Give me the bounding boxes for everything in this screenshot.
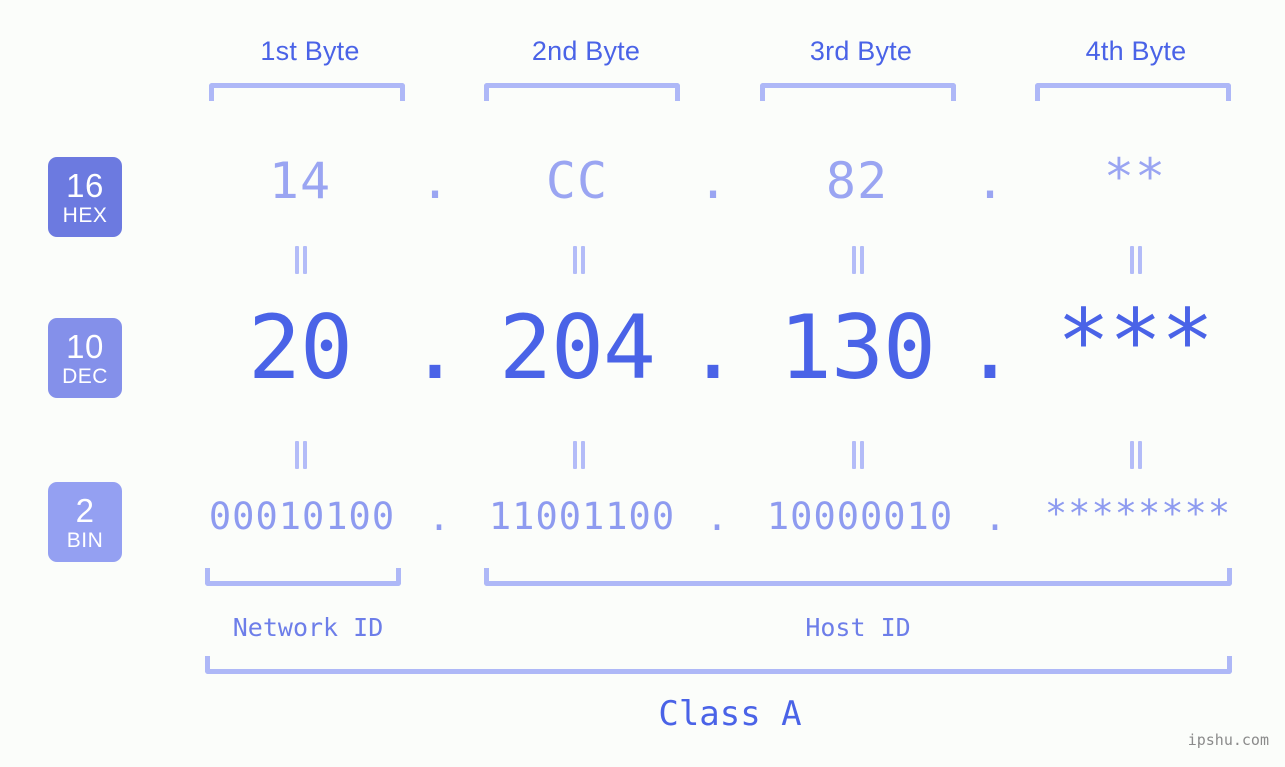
- byte-header-label-3: 3rd Byte: [809, 36, 913, 66]
- base-badge-bin-label: BIN: [66, 528, 104, 552]
- base-badge-dec-label: DEC: [62, 364, 108, 388]
- ip-address-breakdown-diagram: 1st Byte 2nd Byte 3rd Byte 4th Byte 16 H…: [0, 0, 1285, 767]
- byte-header-label-4: 4th Byte: [1085, 36, 1187, 66]
- equals-mark-2-3: [851, 441, 865, 469]
- byte-bracket-top-3: [760, 83, 956, 101]
- base-badge-dec-number: 10: [66, 327, 104, 365]
- base-badge-bin-number: 2: [75, 491, 95, 529]
- base-badge-hex-number: 16: [66, 166, 104, 204]
- base-badge-hex: 16 HEX: [48, 157, 122, 237]
- equals-mark-2-1: [294, 441, 308, 469]
- host-id-label: Host ID: [805, 613, 911, 642]
- site-watermark: ipshu.com: [1187, 731, 1269, 749]
- byte-header-label-1: 1st Byte: [260, 36, 360, 66]
- host-id-bracket: [484, 568, 1232, 586]
- base-badge-hex-label: HEX: [62, 203, 108, 227]
- network-id-bracket: [205, 568, 401, 586]
- equals-mark-2-2: [572, 441, 586, 469]
- equals-mark-1-4: [1129, 246, 1143, 274]
- equals-mark-1-2: [572, 246, 586, 274]
- equals-mark-1-3: [851, 246, 865, 274]
- equals-mark-2-4: [1129, 441, 1143, 469]
- class-bracket: [205, 656, 1232, 674]
- base-badge-bin: 2 BIN: [48, 482, 122, 562]
- network-id-label: Network ID: [232, 613, 384, 642]
- bin-octet-4: ********: [1044, 492, 1232, 535]
- class-label: Class A: [658, 694, 802, 734]
- base-badge-dec: 10 DEC: [48, 318, 122, 398]
- hex-octet-4: **: [1103, 148, 1167, 206]
- byte-bracket-top-2: [484, 83, 680, 101]
- equals-mark-1-1: [294, 246, 308, 274]
- byte-bracket-top-1: [209, 83, 405, 101]
- dec-octet-4: ***: [1057, 290, 1214, 393]
- byte-header-label-2: 2nd Byte: [531, 36, 641, 66]
- byte-bracket-top-4: [1035, 83, 1231, 101]
